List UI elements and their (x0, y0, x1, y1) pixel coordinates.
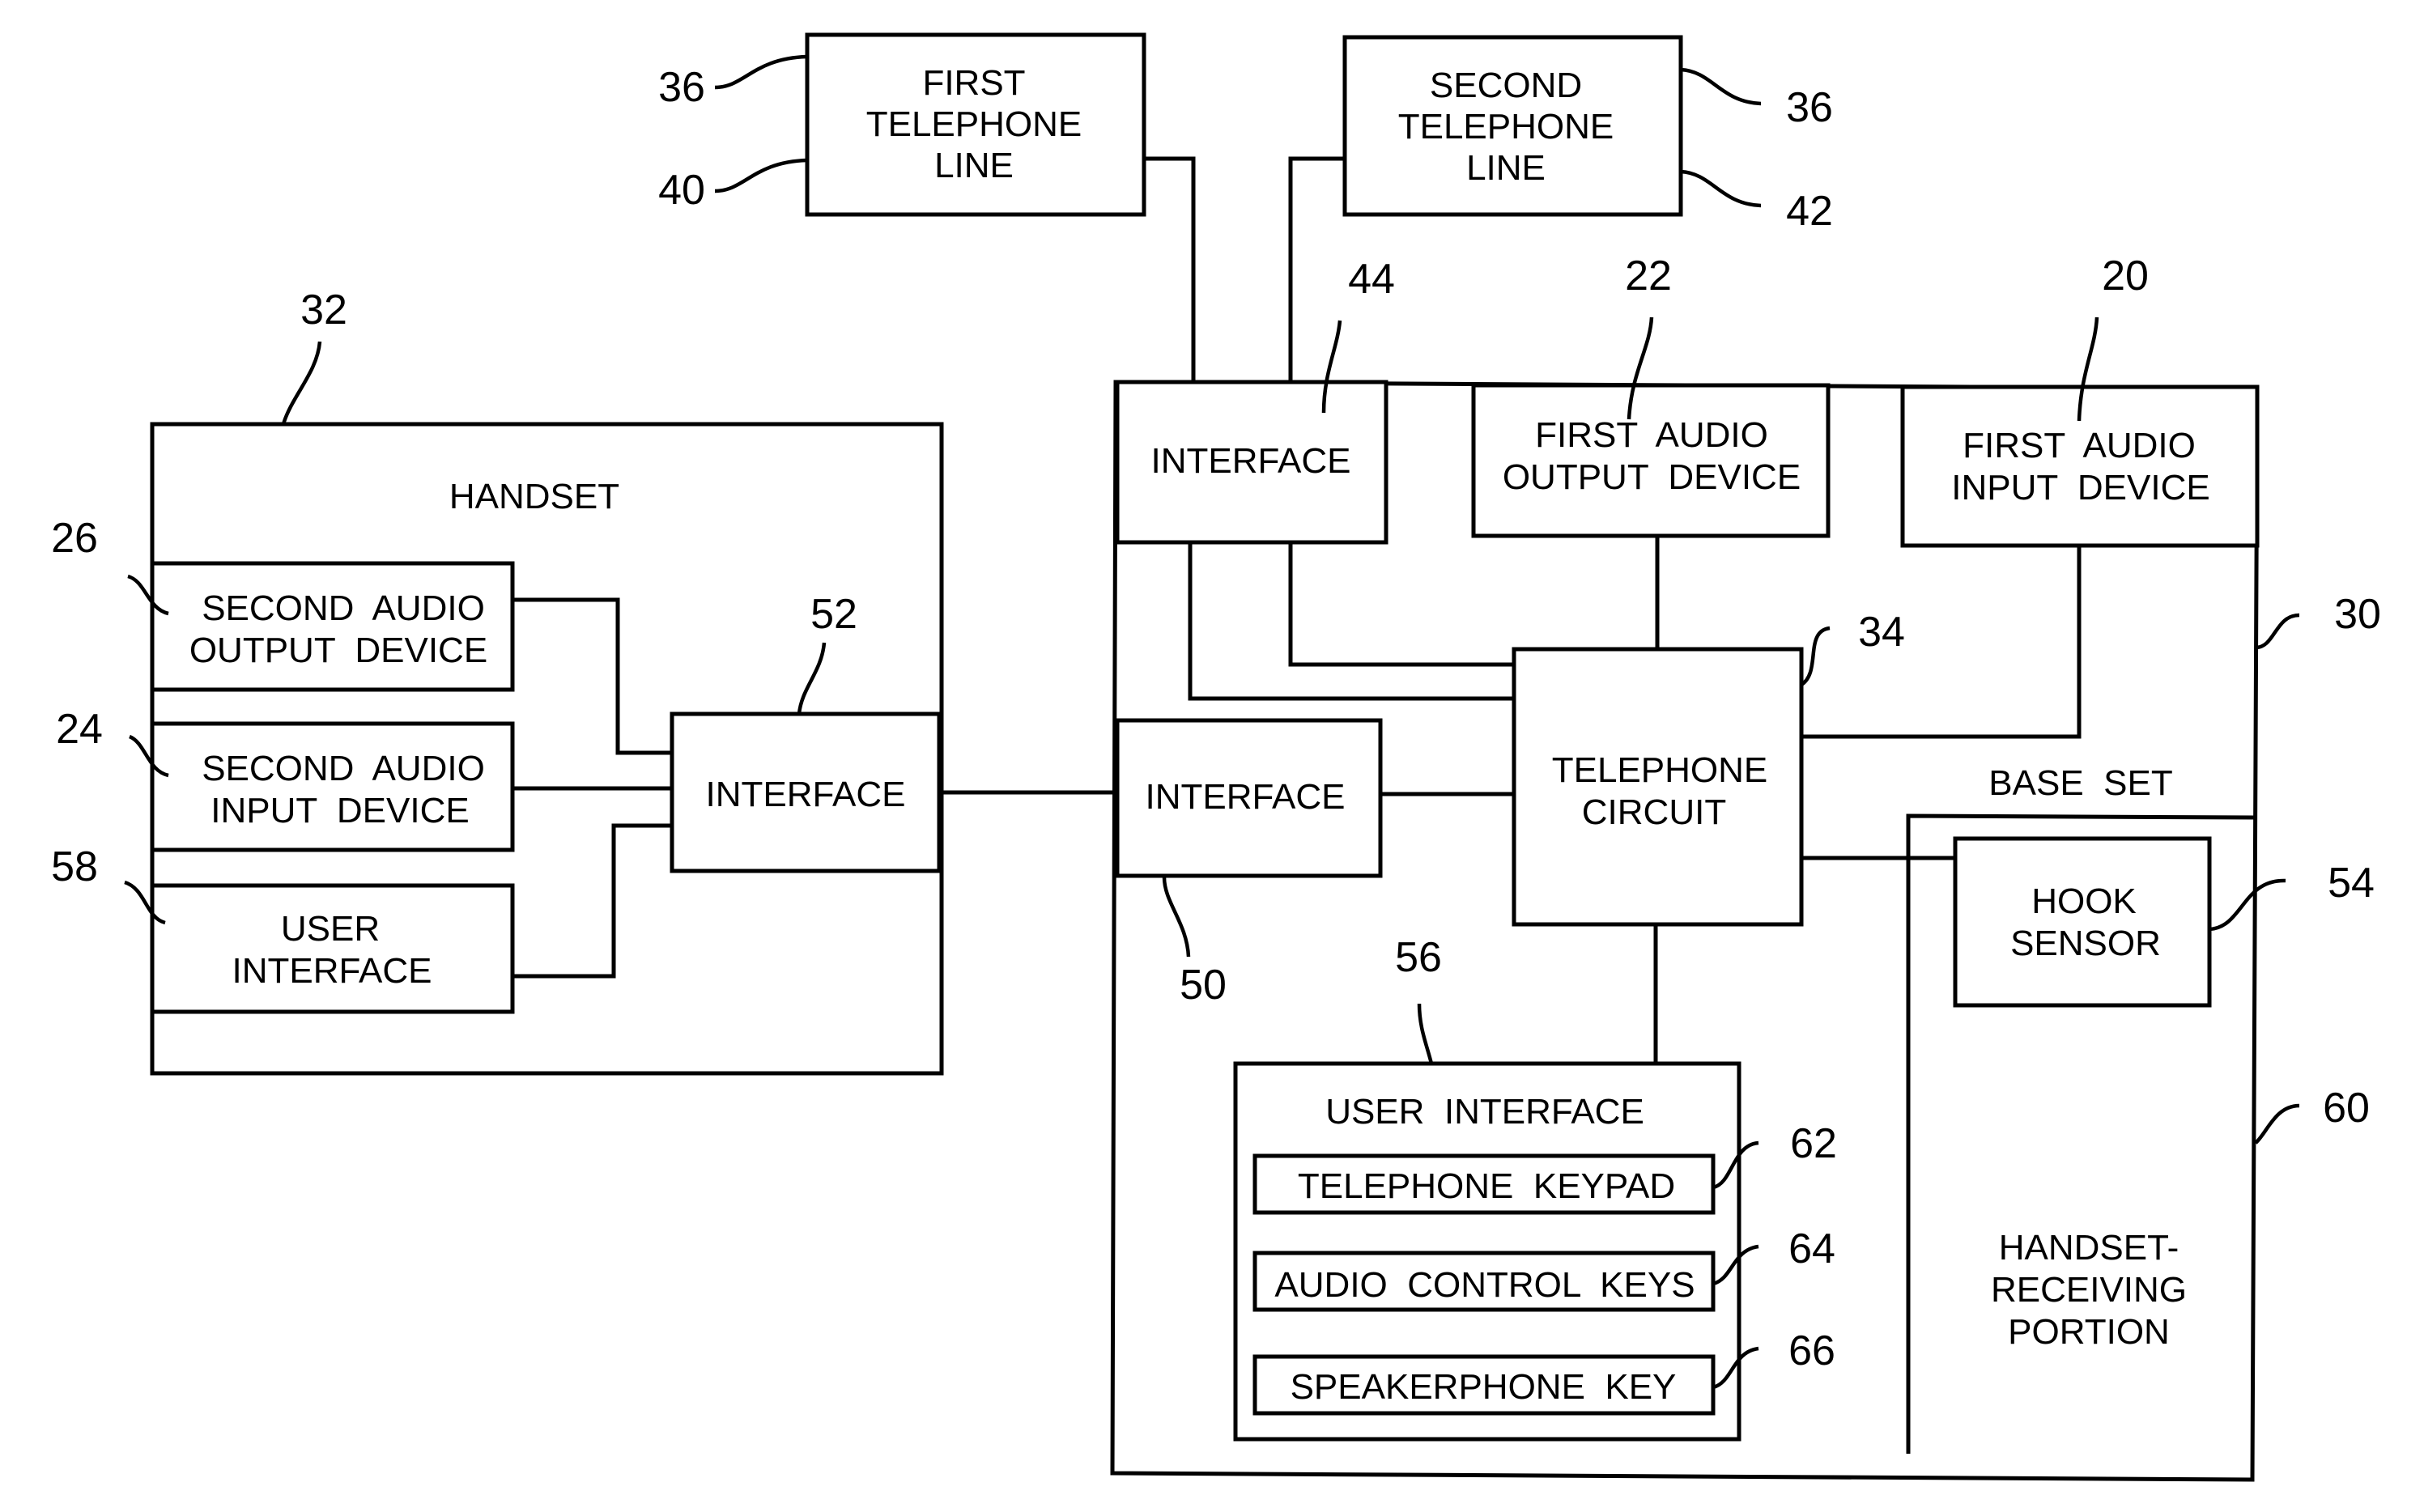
second-audio-input-label: SECOND AUDIO (202, 749, 485, 788)
ref-numeral-36: 36 (658, 64, 705, 111)
ref-numeral-44: 44 (1348, 256, 1395, 303)
audio-control-keys-label: AUDIO CONTROL KEYS (1274, 1265, 1695, 1305)
telephone-circuit-label: CIRCUIT (1582, 792, 1726, 832)
handset-receiving-portion-label: HANDSET- (1999, 1228, 2179, 1268)
first-audio-output-label: FIRST AUDIO (1535, 415, 1768, 455)
leader-36-first (714, 54, 808, 90)
wire-second-line-to-interface (1288, 156, 1345, 382)
ref-numeral-26: 26 (51, 515, 98, 562)
first-telephone-line-label: TELEPHONE (866, 104, 1082, 144)
ref-numeral-40: 40 (658, 167, 705, 214)
handset-user-interface-label: INTERFACE (232, 951, 432, 991)
ref-numeral-54: 54 (2328, 860, 2375, 907)
leader-32 (281, 341, 322, 425)
handset-receiving-portion-label: RECEIVING (1991, 1270, 2187, 1310)
first-telephone-line-label: LINE (934, 146, 1014, 185)
base-line-interface-label: INTERFACE (1151, 441, 1351, 481)
leader-42 (1680, 169, 1762, 208)
second-audio-output-label: OUTPUT DEVICE (189, 631, 487, 670)
leader-36-second (1680, 67, 1762, 106)
ref-numeral-34: 34 (1858, 609, 1905, 656)
ref-numeral-30: 30 (2334, 591, 2381, 638)
handset-user-interface-block (150, 883, 515, 1014)
first-audio-input-label: FIRST AUDIO (1963, 426, 2196, 465)
ref-numeral-32: 32 (300, 287, 347, 333)
ref-numeral-58: 58 (51, 843, 98, 890)
ref-numeral-24: 24 (56, 706, 103, 753)
handset-interface-label: INTERFACE (706, 775, 906, 814)
ref-numeral-62: 62 (1790, 1120, 1837, 1167)
hook-sensor-label: HOOK (2031, 881, 2137, 921)
leader-40 (714, 158, 808, 193)
ref-numeral-60: 60 (2323, 1085, 2370, 1132)
second-telephone-line-label: LINE (1466, 148, 1546, 188)
ref-numeral-64: 64 (1788, 1225, 1835, 1272)
first-telephone-line-label: FIRST (922, 63, 1025, 103)
handset-title: HANDSET (449, 477, 619, 516)
ref-numeral-66: 66 (1788, 1327, 1835, 1374)
telephone-system-block-diagram: FIRST TELEPHONE LINE SECOND TELEPHONE LI… (51, 32, 2381, 1482)
base-handset-interface-label: INTERFACE (1146, 777, 1346, 817)
ref-numeral-50: 50 (1180, 962, 1227, 1009)
handset-receiving-portion-label: PORTION (2008, 1312, 2170, 1352)
hook-sensor-block (1953, 836, 2212, 1008)
leader-30 (2255, 613, 2300, 650)
second-telephone-line-label: TELEPHONE (1398, 107, 1614, 147)
ref-numeral-52: 52 (810, 591, 857, 638)
first-audio-output-label: OUTPUT DEVICE (1503, 457, 1801, 497)
speakerphone-key-label: SPEAKERPHONE KEY (1291, 1367, 1677, 1407)
ref-numeral-36: 36 (1786, 84, 1833, 131)
hook-sensor-label: SENSOR (2010, 924, 2161, 963)
ref-numeral-22: 22 (1625, 253, 1672, 299)
leader-60 (2254, 1103, 2300, 1145)
ref-numeral-42: 42 (1786, 188, 1833, 235)
second-audio-output-label: SECOND AUDIO (202, 588, 485, 628)
second-audio-input-label: INPUT DEVICE (211, 791, 469, 830)
wire-first-line-to-interface (1144, 156, 1196, 382)
first-audio-input-label: INPUT DEVICE (1951, 468, 2209, 508)
telephone-circuit-label: TELEPHONE (1552, 750, 1768, 790)
base-user-interface-title: USER INTERFACE (1325, 1092, 1644, 1132)
second-telephone-line-label: SECOND (1430, 66, 1582, 105)
ref-numeral-56: 56 (1395, 934, 1442, 981)
telephone-keypad-label: TELEPHONE KEYPAD (1298, 1166, 1675, 1206)
handset-user-interface-label: USER (281, 909, 380, 949)
base-set-title: BASE SET (1988, 763, 2172, 803)
ref-numeral-20: 20 (2102, 253, 2149, 299)
